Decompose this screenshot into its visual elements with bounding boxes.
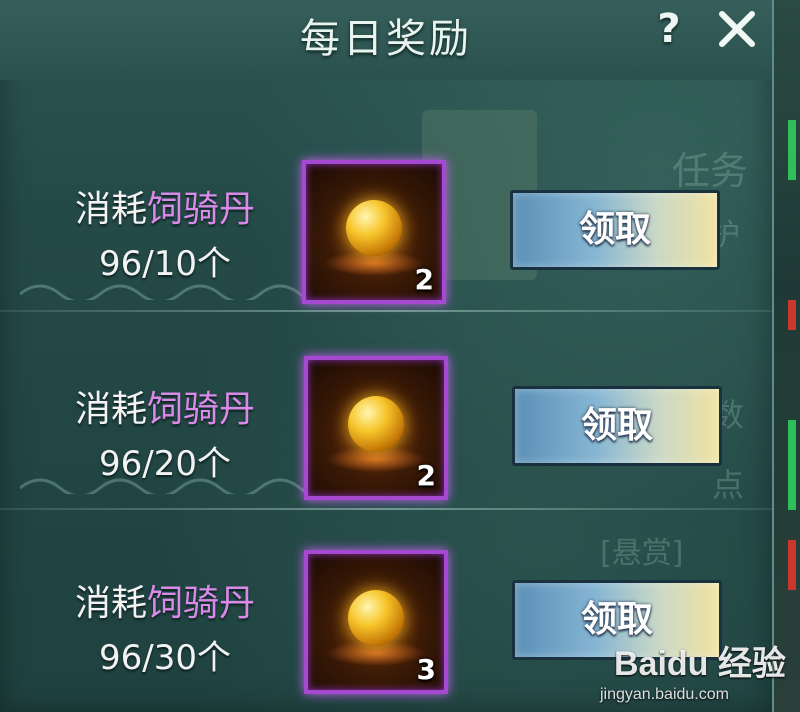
reward-quantity: 3 <box>416 653 436 686</box>
dragon-orb-icon <box>346 200 402 256</box>
claim-button-label: 领取 <box>580 405 653 446</box>
background-hud-strip <box>788 420 796 510</box>
reward-item-slot[interactable]: 3 <box>304 550 448 694</box>
requirement-item-name: 饲骑丹 <box>147 389 256 430</box>
dragon-orb-icon <box>348 590 404 646</box>
dragon-orb-icon <box>348 396 404 452</box>
requirement-progress: 96/10个 <box>99 244 231 284</box>
claim-button[interactable]: 领取 <box>512 386 722 466</box>
close-icon <box>719 11 755 47</box>
row-divider <box>0 508 772 510</box>
background-hud-strip <box>788 120 796 180</box>
requirement-prefix: 消耗 <box>74 189 147 230</box>
reward-row: 消耗饲骑丹 96/10个 2 领取 <box>0 120 772 310</box>
requirement-progress: 96/20个 <box>99 444 231 484</box>
claim-button-label: 领取 <box>578 209 651 250</box>
requirement-prefix: 消耗 <box>74 389 147 430</box>
reward-quantity: 2 <box>414 263 434 296</box>
help-button[interactable]: ? <box>652 6 686 52</box>
requirement-prefix: 消耗 <box>74 583 147 624</box>
watermark-url: jingyan.baidu.com <box>600 686 729 703</box>
watermark-logo: Baidu 经验 <box>614 645 786 683</box>
requirement-item-name: 饲骑丹 <box>147 189 256 230</box>
close-button[interactable] <box>716 8 758 50</box>
requirement-label: 消耗饲骑丹 <box>50 180 280 232</box>
requirement-item-name: 饲骑丹 <box>147 583 256 624</box>
row-divider <box>0 310 772 312</box>
reward-item-slot[interactable]: 2 <box>304 356 448 500</box>
background-hud-strip <box>788 300 796 330</box>
reward-quantity: 2 <box>416 459 436 492</box>
requirement-progress: 96/30个 <box>99 638 231 678</box>
reward-item-slot[interactable]: 2 <box>302 160 446 304</box>
requirement-label: 消耗饲骑丹 <box>50 380 280 432</box>
claim-button[interactable]: 领取 <box>510 190 720 270</box>
title-bar: 每日奖励 ? <box>0 0 772 80</box>
reward-row: 消耗饲骑丹 96/20个 2 领取 <box>0 314 772 504</box>
background-hud-strip <box>788 540 796 590</box>
requirement-label: 消耗饲骑丹 <box>50 574 280 626</box>
daily-reward-panel: 每日奖励 ? 任务 护 数 点 [悬赏] 消耗饲骑丹 96/10个 2 领取 消… <box>0 0 774 712</box>
